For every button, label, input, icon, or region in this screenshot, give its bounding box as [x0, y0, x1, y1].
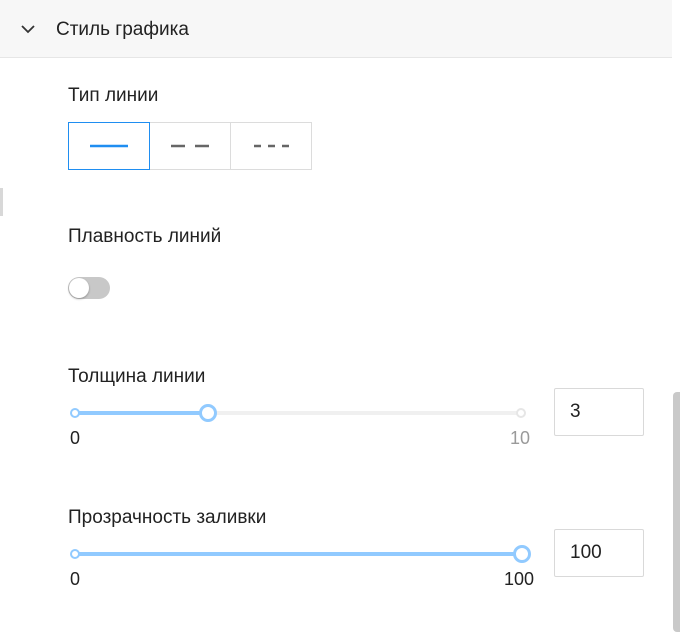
- line-width-input[interactable]: [554, 388, 644, 436]
- slider-min-dot: [70, 408, 80, 418]
- left-edge-marker: [0, 188, 3, 216]
- chevron-down-icon[interactable]: [20, 21, 36, 37]
- line-width-max-label: 10: [510, 428, 531, 448]
- section-title: Стиль графика: [56, 19, 189, 40]
- fill-opacity-min-label: 0: [70, 569, 81, 589]
- slider-track: [74, 552, 522, 556]
- line-type-selector: [68, 122, 312, 170]
- dashed-line-icon: [171, 144, 209, 148]
- fill-opacity-input[interactable]: [554, 529, 644, 577]
- line-type-dashed-button[interactable]: [149, 122, 231, 170]
- smoothing-toggle[interactable]: [68, 277, 110, 299]
- toggle-knob: [69, 278, 89, 298]
- slider-min-dot: [70, 549, 80, 559]
- line-type-solid-button[interactable]: [68, 122, 150, 170]
- line-width-min-label: 0: [70, 428, 81, 448]
- line-type-label: Тип линии: [68, 85, 159, 106]
- dotted-line-icon: [254, 144, 290, 148]
- smoothing-label: Плавность линий: [68, 226, 222, 247]
- chart-style-panel: Стиль графика Тип линии Плавность линий …: [0, 0, 672, 632]
- line-type-dotted-button[interactable]: [230, 122, 312, 170]
- fill-opacity-max-label: 100: [504, 569, 535, 589]
- fill-opacity-slider[interactable]: [70, 544, 531, 564]
- section-header[interactable]: Стиль графика: [0, 0, 672, 58]
- line-width-label: Толщина линии: [68, 366, 206, 387]
- slider-max-dot: [516, 408, 526, 418]
- fill-opacity-label: Прозрачность заливки: [68, 507, 267, 528]
- line-width-slider[interactable]: [70, 403, 526, 423]
- solid-line-icon: [90, 144, 128, 148]
- slider-handle[interactable]: [513, 545, 531, 563]
- slider-handle[interactable]: [199, 404, 218, 422]
- slider-track: [74, 411, 209, 415]
- scrollbar[interactable]: [673, 392, 680, 632]
